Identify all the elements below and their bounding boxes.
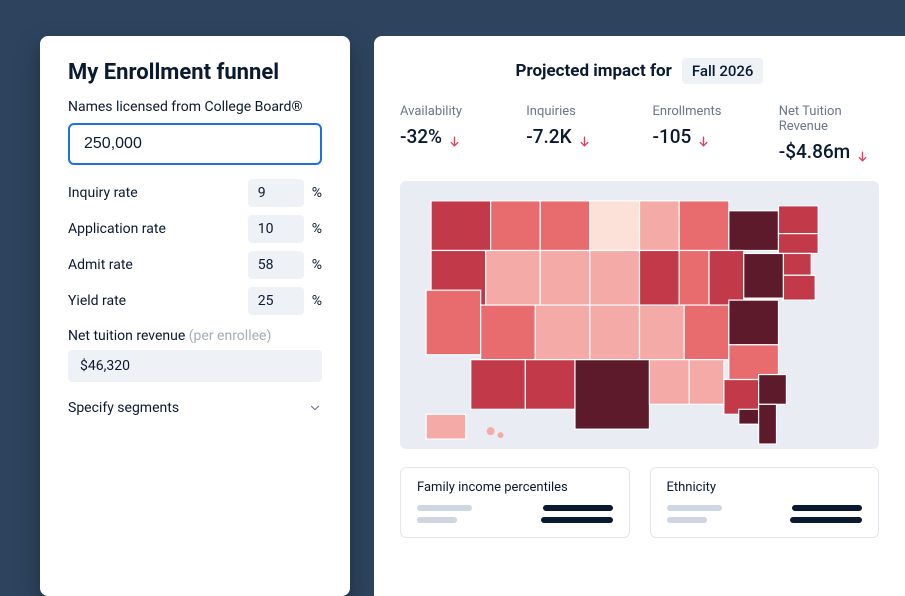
chevron-down-icon (308, 401, 322, 415)
period-selector[interactable]: Fall 2026 (682, 58, 764, 84)
metric-value: -7.2K (526, 125, 571, 148)
panel-title-text: Projected impact for (516, 61, 672, 81)
yield-rate-input[interactable]: 25 (248, 287, 304, 315)
ethnicity-card[interactable]: Ethnicity (650, 467, 880, 538)
specify-segments-label: Specify segments (68, 400, 179, 416)
inquiry-rate-input[interactable]: 9 (248, 179, 304, 207)
net-tuition-label: Net tuition revenue (68, 328, 189, 344)
arrow-down-icon (578, 130, 591, 143)
net-tuition-input[interactable]: $46,320 (68, 350, 322, 382)
arrow-down-icon (448, 130, 461, 143)
names-licensed-input[interactable] (68, 123, 322, 165)
rate-label: Yield rate (68, 293, 126, 309)
subcard-title: Family income percentiles (417, 480, 613, 495)
metrics-row: Availability -32% Inquiries -7.2K Enroll… (400, 104, 905, 163)
arrow-down-icon (856, 145, 869, 158)
percent-suffix: % (312, 293, 322, 309)
rate-label: Application rate (68, 221, 166, 237)
percent-suffix: % (312, 185, 322, 201)
application-rate-row: Application rate 10 % (68, 215, 322, 243)
percent-suffix: % (312, 257, 322, 273)
metric-label: Enrollments (653, 104, 753, 119)
metric-label: Net Tuition Revenue (779, 104, 879, 134)
projected-impact-panel: Projected impact for Fall 2026 Availabil… (374, 36, 905, 596)
metric-value: -105 (653, 125, 692, 148)
metric-availability: Availability -32% (400, 104, 500, 163)
metric-enrollments: Enrollments -105 (653, 104, 753, 163)
us-choropleth-map[interactable] (400, 181, 879, 449)
metric-value: -$4.86m (779, 140, 850, 163)
card-title: My Enrollment funnel (68, 60, 322, 85)
inquiry-rate-row: Inquiry rate 9 % (68, 179, 322, 207)
metric-label: Availability (400, 104, 500, 119)
application-rate-input[interactable]: 10 (248, 215, 304, 243)
admit-rate-input[interactable]: 58 (248, 251, 304, 279)
arrow-down-icon (697, 130, 710, 143)
metric-label: Inquiries (526, 104, 626, 119)
names-licensed-label: Names licensed from College Board® (68, 99, 322, 115)
rate-label: Inquiry rate (68, 185, 138, 201)
net-tuition-hint: (per enrollee) (189, 328, 272, 344)
specify-segments-toggle[interactable]: Specify segments (68, 396, 322, 416)
metric-inquiries: Inquiries -7.2K (526, 104, 626, 163)
metric-revenue: Net Tuition Revenue -$4.86m (779, 104, 879, 163)
yield-rate-row: Yield rate 25 % (68, 287, 322, 315)
subcard-title: Ethnicity (667, 480, 863, 495)
rate-label: Admit rate (68, 257, 133, 273)
enrollment-funnel-card: My Enrollment funnel Names licensed from… (40, 36, 350, 596)
admit-rate-row: Admit rate 58 % (68, 251, 322, 279)
metric-value: -32% (400, 125, 442, 148)
percent-suffix: % (312, 221, 322, 237)
panel-title: Projected impact for Fall 2026 (400, 58, 905, 84)
income-percentiles-card[interactable]: Family income percentiles (400, 467, 630, 538)
